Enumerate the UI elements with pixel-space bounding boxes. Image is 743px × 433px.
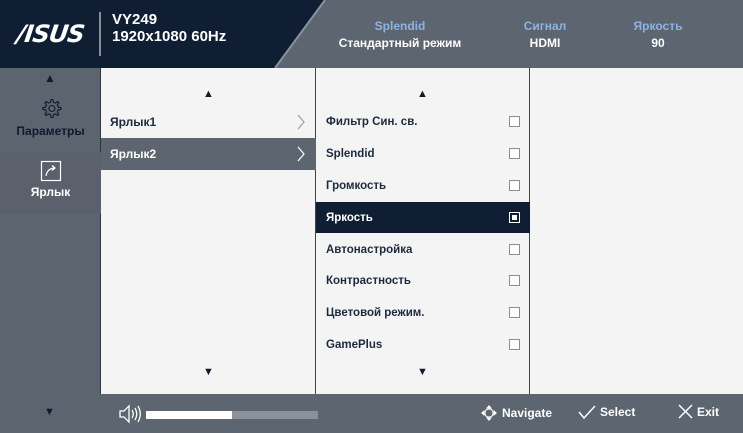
option-label: Фильтр Син. св. [326, 115, 418, 128]
scroll-up-icon[interactable]: ▲ [44, 71, 56, 85]
navigate-hint: Navigate [480, 404, 552, 422]
option-label: Splendid [326, 147, 375, 160]
option-contrast[interactable]: Контрастность [316, 265, 530, 296]
volume-slider[interactable] [146, 411, 318, 419]
option-label: Громкость [326, 179, 387, 192]
option-volume[interactable]: Громкость [316, 170, 530, 201]
detail-panel [530, 68, 743, 394]
option-brightness[interactable]: Яркость [316, 202, 530, 233]
option-splendid[interactable]: Splendid [316, 138, 530, 169]
submenu-item-shortcut1[interactable]: Ярлык1 [101, 106, 316, 138]
option-label: GamePlus [326, 338, 383, 351]
option-label: Автонастройка [326, 243, 413, 256]
chevron-right-icon [297, 114, 305, 130]
option-auto-adjust[interactable]: Автонастройка [316, 234, 530, 265]
submenu-item-label: Ярлык1 [110, 115, 157, 129]
menu-item-label: Параметры [16, 124, 85, 138]
submenu-item-label: Ярлык2 [110, 147, 157, 161]
option-label: Цветовой режим. [326, 306, 425, 319]
submenu-item-shortcut2[interactable]: Ярлык2 [101, 138, 316, 170]
option-checkbox[interactable] [509, 339, 520, 350]
option-checkbox[interactable] [509, 244, 520, 255]
select-label: Select [600, 405, 636, 419]
chevron-right-icon [297, 146, 305, 162]
scroll-up-icon[interactable]: ▲ [417, 88, 428, 100]
checkmark-icon [578, 405, 596, 420]
option-checkbox[interactable] [509, 307, 520, 318]
option-label: Контрастность [326, 274, 411, 287]
option-color-mode[interactable]: Цветовой режим. [316, 297, 530, 328]
option-checkbox[interactable] [509, 275, 520, 286]
close-icon [678, 404, 693, 419]
scroll-up-icon[interactable]: ▲ [203, 88, 214, 100]
footer-left: ▼ [0, 394, 101, 433]
shortcut-submenu: ▲ Ярлык1 Ярлык2 ▼ [101, 68, 316, 394]
option-blue-light-filter[interactable]: Фильтр Син. св. [316, 106, 530, 137]
menu-item-settings[interactable]: Параметры [0, 93, 101, 149]
menu-item-shortcut[interactable]: Ярлык [0, 152, 101, 214]
exit-label: Exit [697, 404, 720, 419]
option-label: Яркость [326, 211, 373, 224]
menu-item-label: Ярлык [30, 185, 71, 199]
stat-signal: Сигнал HDMI [523, 19, 567, 50]
navigate-icon [481, 405, 497, 421]
osd-footer: ▼ Navigate Select Exit [0, 394, 743, 433]
option-checkbox[interactable] [509, 148, 520, 159]
option-checkbox[interactable] [509, 180, 520, 191]
scroll-down-icon[interactable]: ▼ [203, 366, 214, 378]
main-menu: ▲ Параметры Ярлык [0, 68, 101, 394]
shortcut-options: ▲ Фильтр Син. св. Splendid Громкость Ярк… [316, 68, 530, 394]
speaker-icon [119, 404, 141, 424]
navigate-label: Navigate [502, 406, 553, 420]
scroll-down-icon[interactable]: ▼ [417, 366, 428, 378]
shortcut-icon [40, 160, 61, 182]
osd-header: /ISUS VY249 1920x1080 60Hz Splendid Стан… [0, 0, 743, 68]
option-checkbox-checked[interactable] [509, 212, 520, 223]
monitor-info: VY249 1920x1080 60Hz [112, 11, 226, 45]
exit-hint: Exit [678, 404, 719, 419]
gear-icon [41, 98, 61, 119]
resolution-text: 1920x1080 60Hz [112, 28, 227, 45]
volume-slider-fill [146, 411, 232, 419]
asus-logo: /ISUS [14, 20, 86, 48]
stat-splendid: Splendid Стандартный режим [338, 19, 462, 50]
scroll-down-icon[interactable]: ▼ [44, 406, 55, 418]
option-gameplus[interactable]: GamePlus [316, 329, 530, 360]
select-hint: Select [578, 404, 635, 420]
option-checkbox[interactable] [509, 116, 520, 127]
stat-brightness: Яркость 90 [633, 19, 683, 50]
model-name: VY249 [112, 11, 158, 28]
